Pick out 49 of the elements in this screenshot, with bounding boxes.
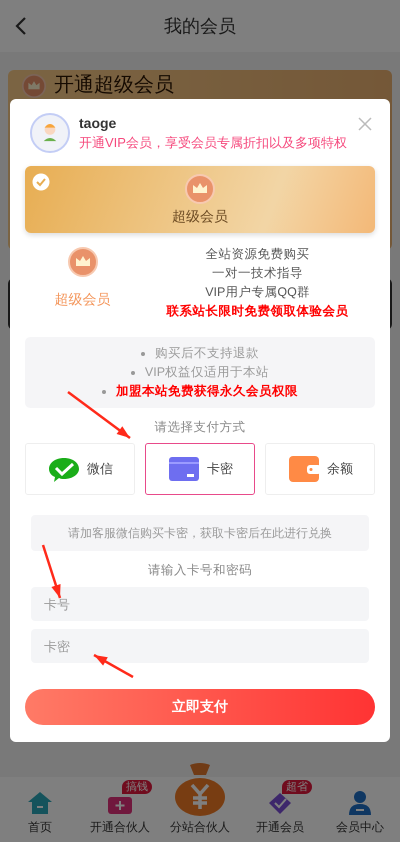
tab-label: 会员中心: [336, 819, 384, 836]
back-icon[interactable]: [14, 16, 28, 36]
crown-icon: [22, 74, 46, 98]
membership-tagline: 开通VIP会员，享受会员专属折扣以及多项特权: [79, 134, 347, 152]
tab-badge: 搞钱: [122, 780, 152, 794]
tab-item[interactable]: 超省 开通会员: [240, 780, 320, 836]
plan-card[interactable]: 超级会员: [25, 166, 375, 233]
crown-icon: [185, 174, 215, 204]
payment-option[interactable]: 卡密: [145, 443, 255, 495]
benefit-text: VIP用户专属QQ群: [205, 284, 310, 301]
page-title: 我的会员: [164, 15, 236, 38]
input-field[interactable]: 卡密: [31, 629, 369, 663]
tab-label: 分站合伙人: [170, 819, 230, 836]
tab-item[interactable]: 会员中心: [320, 780, 400, 836]
wallet-icon: [287, 455, 321, 483]
tab-label: 首页: [28, 819, 52, 836]
crown-icon: [68, 247, 98, 277]
plan-label: 超级会员: [172, 208, 228, 226]
payment-option[interactable]: 微信: [25, 443, 135, 495]
tab-label: 开通合伙人: [90, 819, 150, 836]
tab-item[interactable]: 首页: [0, 780, 80, 836]
user-icon: [346, 789, 374, 817]
notice-text: VIP权益仅适用于本站: [144, 364, 270, 381]
tab-label: 开通会员: [256, 819, 304, 836]
plan-name: 超级会员: [54, 291, 110, 309]
payment-prompt: 请选择支付方式: [154, 419, 246, 436]
home-icon: [26, 789, 54, 817]
tab-badge: 超省: [282, 780, 312, 794]
user-name: taoge: [79, 114, 118, 130]
check-icon: [32, 173, 50, 191]
bullet-dot: [102, 390, 106, 394]
payment-option[interactable]: 余额: [265, 443, 375, 495]
notice-text: 加盟本站免费获得永久会员权限: [116, 383, 298, 400]
tab-item[interactable]: 分站合伙人: [160, 752, 240, 836]
benefit-text: 一对一技术指导: [212, 265, 303, 282]
hint-text: 请加客服微信购买卡密，获取卡密后在此进行兑换: [31, 515, 369, 551]
notice-text: 购买后不支持退款: [155, 345, 259, 362]
avatar-icon: [30, 113, 70, 153]
benefit-text: 全站资源免费购买: [206, 246, 310, 263]
bullet-dot: [130, 370, 135, 374]
pay-button[interactable]: 立即支付: [25, 689, 375, 725]
input-field[interactable]: 卡号: [31, 587, 369, 621]
bullet-dot: [141, 352, 145, 356]
tab-item[interactable]: 搞钱 开通合伙人: [80, 780, 160, 836]
wechat-bubble-icon: [47, 455, 81, 483]
card-title: 开通超级会员: [54, 74, 174, 96]
benefit-text: 联系站长限时免费领取体验会员: [166, 303, 348, 320]
input-prompt: 请输入卡号和密码: [147, 562, 253, 579]
card-icon: [167, 455, 201, 483]
